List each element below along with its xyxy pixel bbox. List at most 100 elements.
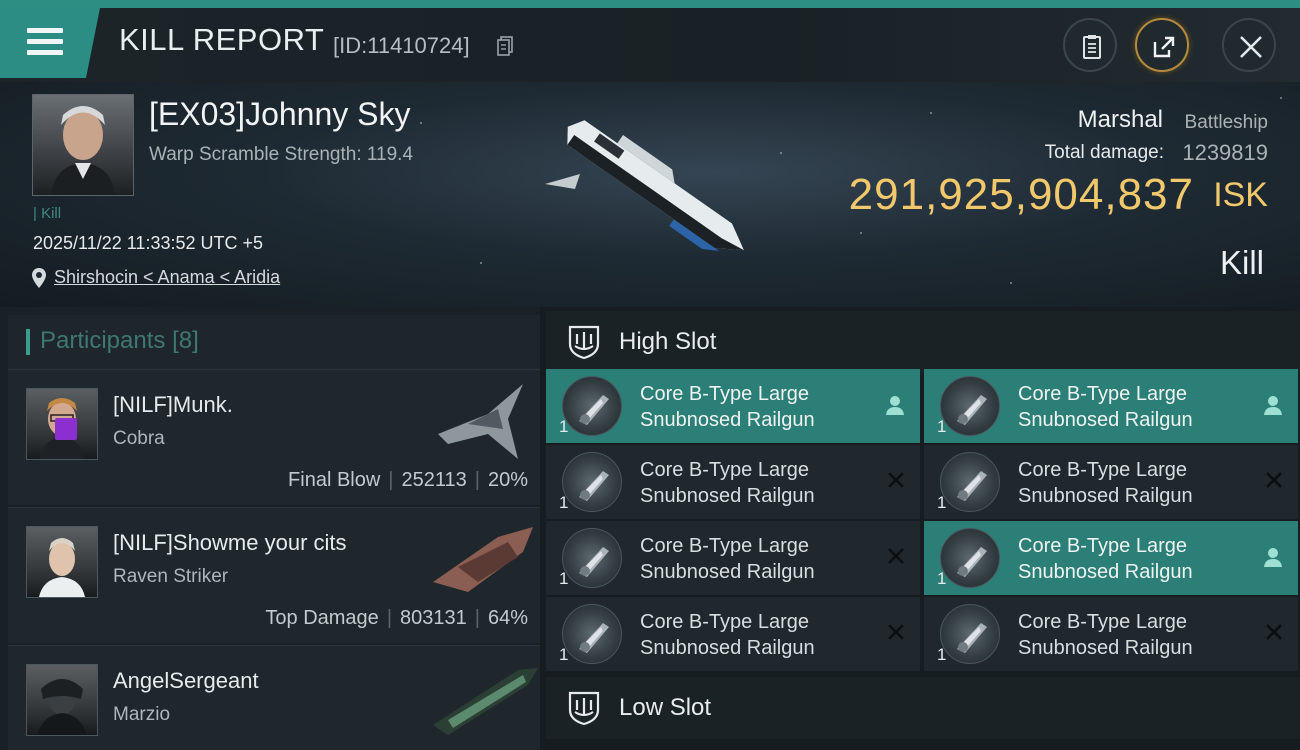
participant-ship: Raven Striker	[113, 566, 229, 587]
module-name: Core B-Type Large Snubnosed Railgun	[640, 611, 815, 659]
victim-panel: [EX03]Johnny Sky Warp Scramble Strength:…	[0, 82, 1300, 307]
menu-icon-bar	[27, 50, 63, 55]
low-slot-header: Low Slot	[546, 677, 1300, 739]
stats-separator: |	[386, 607, 393, 629]
purple-badge-icon	[55, 418, 77, 440]
participant-percent: 20%	[487, 469, 528, 491]
share-button[interactable]	[1135, 18, 1189, 72]
module-quantity: 1	[559, 645, 569, 664]
victim-avatar[interactable]	[32, 94, 134, 196]
x-icon	[886, 546, 906, 570]
star	[1280, 97, 1282, 99]
module-slot[interactable]: 1 Core B-Type Large Snubnosed Railgun	[546, 369, 920, 443]
person-icon	[1262, 546, 1284, 572]
railgun-icon	[940, 604, 1000, 664]
high-slot-header: High Slot	[546, 311, 1300, 373]
module-quantity: 1	[937, 645, 947, 664]
module-quantity: 1	[937, 417, 947, 436]
person-icon	[884, 394, 906, 420]
railgun-icon	[562, 376, 622, 436]
participant-name: AngelSergeant	[113, 668, 259, 693]
participant-row[interactable]: AngelSergeant Marzio	[8, 645, 540, 750]
participant-stats: Final Blow | 252113 | 20%	[288, 469, 528, 492]
module-slot[interactable]: 1 Core B-Type Large Snubnosed Railgun	[924, 445, 1298, 519]
total-damage-label: Total damage:	[1044, 142, 1164, 163]
shield-icon	[568, 691, 600, 726]
railgun-icon	[940, 376, 1000, 436]
railgun-icon	[940, 528, 1000, 588]
participant-role: Final Blow	[288, 469, 381, 491]
victim-ship-image	[545, 120, 744, 251]
participant-name: [NILF]Munk.	[113, 392, 233, 417]
module-slot[interactable]: 1 Core B-Type Large Snubnosed Railgun	[924, 369, 1298, 443]
shield-icon	[568, 325, 600, 360]
participants-header: Participants [8]	[8, 315, 540, 369]
participant-percent: 64%	[487, 607, 528, 629]
isk-value: 291,925,904,837	[848, 170, 1194, 219]
participant-avatar[interactable]	[26, 526, 98, 598]
module-name: Core B-Type Large Snubnosed Railgun	[1018, 535, 1193, 583]
close-icon	[1240, 36, 1262, 58]
warp-scramble-strength: Warp Scramble Strength: 119.4	[149, 144, 414, 165]
close-button[interactable]	[1222, 18, 1276, 72]
star	[860, 232, 862, 234]
high-slot-title: High Slot	[619, 328, 717, 355]
kill-tag: | Kill	[33, 205, 62, 222]
star	[780, 152, 782, 154]
location-link[interactable]: Shirshocin < Anama < Aridia	[54, 267, 280, 288]
stats-separator: |	[474, 469, 480, 491]
ship-name: Marshal	[1077, 106, 1163, 133]
x-icon	[1264, 622, 1284, 646]
menu-button[interactable]	[0, 8, 100, 78]
participant-ship-image	[433, 668, 538, 735]
participant-ship-image	[433, 527, 533, 592]
module-name: Core B-Type Large Snubnosed Railgun	[640, 459, 815, 507]
header-accent-bar	[26, 329, 30, 355]
participant-row[interactable]: [NILF]Munk. Cobra Final Blow | 252113 | 20%	[8, 369, 540, 505]
participant-avatar[interactable]	[26, 664, 98, 736]
participant-damage: 803131	[400, 607, 467, 629]
clipboard-button[interactable]	[1063, 18, 1117, 72]
participant-row[interactable]: [NILF]Showme your cits Raven Striker Top…	[8, 507, 540, 643]
fitting-panel: High Slot 1 Core B-Type Large Snubnosed R…	[540, 307, 1300, 750]
participant-name: [NILF]Showme your cits	[113, 530, 347, 555]
x-icon	[886, 622, 906, 646]
module-slot[interactable]: 1 Core B-Type Large Snubnosed Railgun	[924, 521, 1298, 595]
copy-icon[interactable]	[497, 36, 513, 56]
participants-count: [8]	[172, 327, 199, 354]
menu-icon-bar	[27, 39, 63, 44]
menu-icon	[27, 28, 63, 33]
star	[420, 122, 422, 124]
module-quantity: 1	[559, 417, 569, 436]
total-damage-value: 1239819	[1182, 140, 1268, 165]
participant-role: Top Damage	[265, 607, 379, 629]
header-bar: KILL REPORT [ID:11410724]	[0, 8, 1300, 82]
module-slot[interactable]: 1 Core B-Type Large Snubnosed Railgun	[546, 521, 920, 595]
railgun-icon	[562, 604, 622, 664]
participants-title: Participants [8]	[40, 327, 199, 355]
module-name: Core B-Type Large Snubnosed Railgun	[1018, 611, 1193, 659]
star	[480, 262, 482, 264]
page-title: KILL REPORT	[119, 22, 325, 57]
module-quantity: 1	[559, 493, 569, 512]
location-pin-icon	[32, 268, 46, 288]
participant-ship: Cobra	[113, 428, 165, 449]
module-name: Core B-Type Large Snubnosed Railgun	[640, 383, 815, 431]
module-slot[interactable]: 1 Core B-Type Large Snubnosed Railgun	[924, 597, 1298, 671]
isk-unit: ISK	[1213, 176, 1268, 214]
participants-title-text: Participants	[40, 327, 166, 354]
module-slot[interactable]: 1 Core B-Type Large Snubnosed Railgun	[546, 445, 920, 519]
railgun-icon	[562, 452, 622, 512]
top-accent-line	[0, 0, 1300, 8]
participant-face-icon	[39, 538, 85, 597]
module-slot[interactable]: 1 Core B-Type Large Snubnosed Railgun	[546, 597, 920, 671]
kill-timestamp: 2025/11/22 11:33:52 UTC +5	[33, 233, 264, 253]
module-name: Core B-Type Large Snubnosed Railgun	[640, 535, 815, 583]
participant-ship-image	[438, 384, 523, 459]
participant-face-icon	[37, 679, 87, 735]
result-label: Kill	[1219, 244, 1264, 281]
module-quantity: 1	[937, 569, 947, 588]
participants-panel: Participants [8] [NILF]Munk. Cobra Final…	[0, 307, 540, 750]
person-icon	[1262, 394, 1284, 420]
participant-damage: 252113	[401, 469, 467, 491]
